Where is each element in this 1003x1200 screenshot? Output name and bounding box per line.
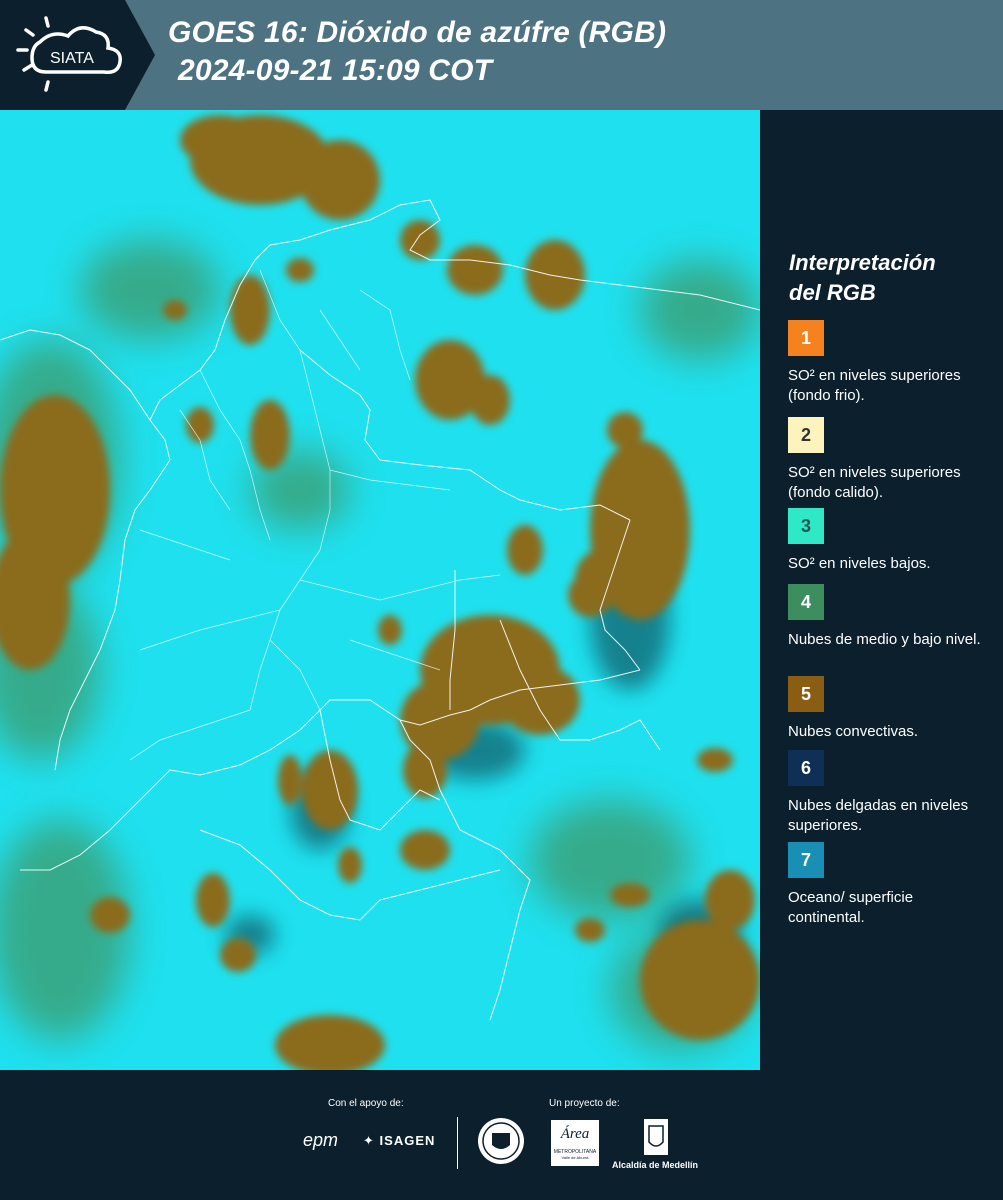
legend-swatch-5: 5 bbox=[788, 676, 824, 712]
footer: Con el apoyo de: Un proyecto de: epm ✦ I… bbox=[0, 1070, 1003, 1200]
legend-swatch-1: 1 bbox=[788, 320, 824, 356]
legend-swatch-7: 7 bbox=[788, 842, 824, 878]
legend-item-5: 5 Nubes convectivas. bbox=[788, 676, 988, 742]
legend-swatch-2: 2 bbox=[788, 417, 824, 453]
medellin-seal-logo bbox=[477, 1117, 525, 1165]
legend-swatch-6: 6 bbox=[788, 750, 824, 786]
satellite-map bbox=[0, 110, 760, 1070]
legend-swatch-4: 4 bbox=[788, 584, 824, 620]
legend-item-7: 7 Oceano/ superficie continental. bbox=[788, 842, 988, 928]
legend-text-1: SO² en niveles superiores (fondo frio). bbox=[788, 367, 961, 404]
legend-panel: Interpretación del RGB 1 SO² en niveles … bbox=[760, 110, 1003, 1070]
page-title: GOES 16: Dióxido de azúfre (RGB) 2024-09… bbox=[168, 14, 666, 90]
legend-item-3: 3 SO² en niveles bajos. bbox=[788, 508, 988, 574]
legend-item-1: 1 SO² en niveles superiores (fondo frio)… bbox=[788, 320, 988, 406]
epm-logo: epm bbox=[303, 1130, 339, 1150]
header: SIATA GOES 16: Dióxido de azúfre (RGB) 2… bbox=[0, 0, 1003, 110]
alcaldia-shield-icon bbox=[643, 1118, 669, 1156]
legend-text-6: Nubes delgadas en niveles superiores. bbox=[788, 797, 969, 834]
alcaldia-label: Alcaldía de Medellín bbox=[612, 1160, 699, 1170]
svg-text:SIATA: SIATA bbox=[50, 50, 94, 67]
legend-item-6: 6 Nubes delgadas en niveles superiores. bbox=[788, 750, 988, 836]
footer-divider bbox=[457, 1117, 458, 1169]
legend-text-2: SO² en niveles superiores (fondo calido)… bbox=[788, 464, 961, 501]
title-product: GOES 16: Dióxido de azúfre (RGB) bbox=[168, 16, 667, 49]
title-datetime: 2024-09-21 15:09 COT bbox=[178, 54, 493, 87]
legend-title: Interpretación del RGB bbox=[789, 250, 936, 305]
project-label: Un proyecto de: bbox=[549, 1098, 620, 1109]
legend-item-4: 4 Nubes de medio y bajo nivel. bbox=[788, 584, 988, 650]
isagen-icon: ✦ bbox=[363, 1133, 375, 1148]
legend-item-2: 2 SO² en niveles superiores (fondo calid… bbox=[788, 417, 988, 503]
isagen-logo: ✦ ISAGEN bbox=[363, 1133, 436, 1148]
siata-logo: SIATA bbox=[0, 0, 155, 110]
legend-text-5: Nubes convectivas. bbox=[788, 723, 919, 740]
legend-text-3: SO² en niveles bajos. bbox=[788, 555, 931, 572]
legend-swatch-3: 3 bbox=[788, 508, 824, 544]
support-label: Con el apoyo de: bbox=[328, 1098, 404, 1109]
legend-text-7: Oceano/ superficie continental. bbox=[788, 889, 914, 926]
area-metropolitana-logo: Área METROPOLITANA Valle de Aburrá bbox=[551, 1120, 599, 1166]
legend-text-4: Nubes de medio y bajo nivel. bbox=[788, 631, 981, 648]
